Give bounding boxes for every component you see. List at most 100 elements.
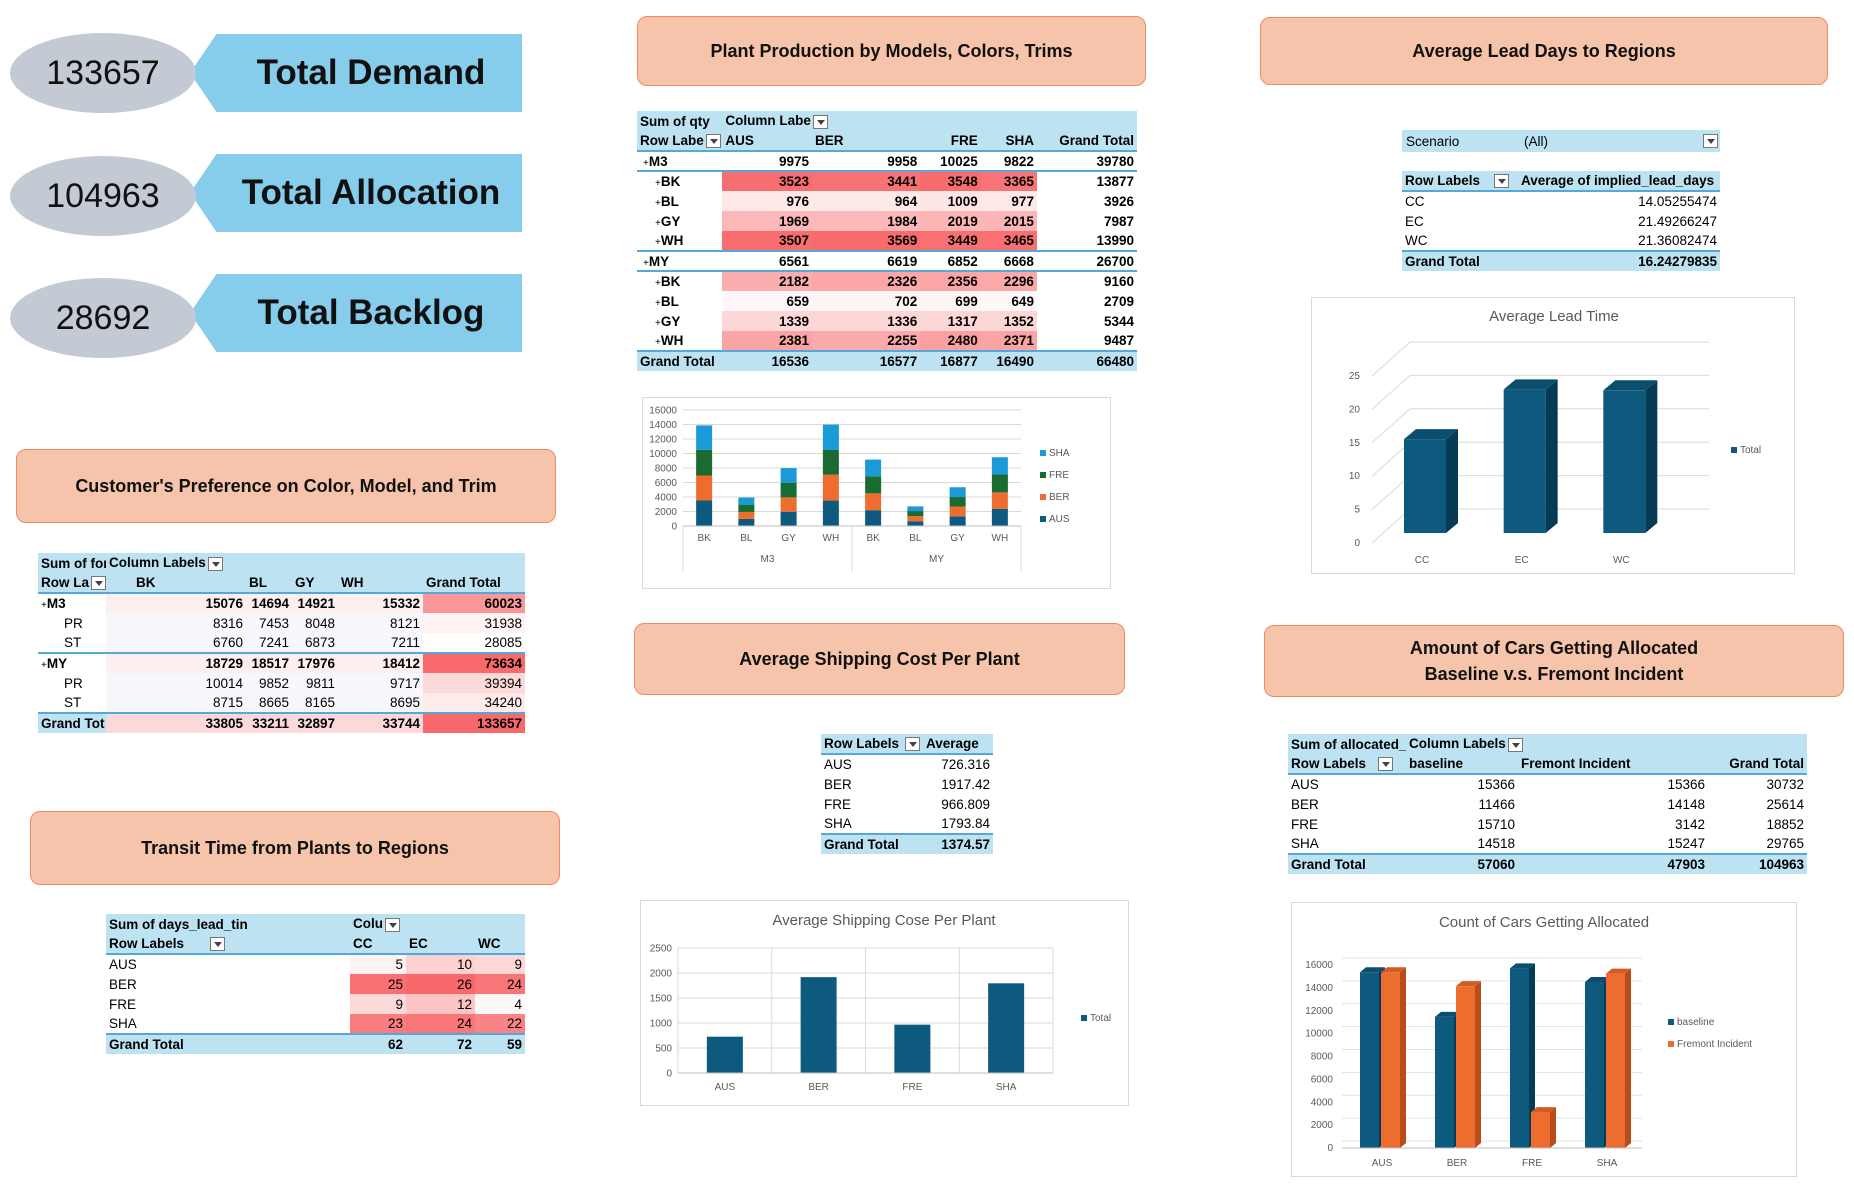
value-cell: 2255	[811, 331, 921, 351]
group-label: MY	[929, 554, 944, 565]
col-filter-dropdown[interactable]	[207, 556, 223, 571]
bar-segment	[822, 500, 839, 526]
bar	[1456, 986, 1475, 1148]
value-cell: 649	[980, 291, 1037, 311]
col-filter-dropdown[interactable]	[385, 917, 401, 932]
lead-header-row: Row Labels Average of implied_lead_days	[1402, 171, 1720, 192]
bar	[1585, 981, 1604, 1148]
bar-segment	[738, 518, 755, 526]
col-filter-dropdown[interactable]	[1507, 737, 1523, 752]
x-tick-label: BK	[697, 533, 711, 544]
value-cell: 33805	[106, 712, 246, 733]
row-label[interactable]: +GY	[637, 311, 722, 331]
row-label[interactable]: +WH	[637, 331, 722, 351]
row-label: FRE	[109, 996, 136, 1012]
bar-segment	[696, 449, 713, 476]
row-label[interactable]: +BK	[637, 170, 723, 191]
table-row: BER 11466 14148 25614	[1288, 794, 1807, 814]
value-cell: 3507	[722, 231, 812, 251]
alloc-chart[interactable]: Count of Cars Getting Allocated 0 2000 4000…	[1291, 902, 1797, 1177]
y-tick-label: 4000	[1311, 1097, 1334, 1108]
x-tick-label: WH	[823, 533, 840, 544]
table-row: Grand Total 1374.57	[821, 833, 993, 854]
row-filter-dropdown[interactable]	[1494, 174, 1510, 189]
legend-swatch	[1040, 450, 1046, 456]
col-filter-dropdown[interactable]	[812, 114, 828, 129]
y-tick-label: 14000	[649, 420, 677, 431]
value-cell: 1339	[722, 311, 812, 331]
row-label[interactable]: +BK	[637, 270, 723, 291]
value-cell: 24	[406, 1014, 476, 1034]
y-tick-label: 12000	[1305, 1006, 1333, 1017]
legend-swatch	[1668, 1019, 1674, 1025]
lead-pivot-table: Row Labels Average of implied_lead_days …	[1402, 171, 1720, 271]
value-cell: 9	[350, 994, 407, 1014]
table-row: PR 10014 9852 9811 9717 39394	[38, 673, 525, 693]
scenario-filter[interactable]: Scenario (All)	[1402, 130, 1720, 152]
bar-segment	[865, 493, 882, 511]
y-tick-label: 4000	[655, 493, 678, 504]
value-cell: 9975	[778, 153, 809, 169]
row-label[interactable]: Grand Total	[637, 350, 723, 371]
row-label: BER	[109, 976, 137, 992]
value-cell: 7987	[1103, 213, 1134, 229]
row-label-text: Grand Total	[640, 354, 715, 369]
bar-segment	[780, 468, 797, 483]
y-tick-label: 6000	[1311, 1074, 1334, 1085]
ship-chart[interactable]: Average Shipping Cose Per Plant 0 500 1000 1…	[640, 900, 1129, 1106]
row-label[interactable]: +WH	[637, 231, 722, 251]
alloc-pivot-table: Sum of allocated_ Column Labels Row Labe…	[1288, 734, 1807, 874]
row-label[interactable]: +BL	[637, 291, 722, 311]
y-tick-label: 8000	[1311, 1052, 1334, 1063]
value-cell: 6852	[920, 250, 981, 271]
value-cell: 10014	[106, 673, 246, 693]
lead-chart[interactable]: Average Lead Time 0 5 10 15 20 25 CC EC WC Total	[1311, 297, 1795, 574]
transit-col-header: CC	[350, 934, 407, 955]
row-label[interactable]: +MY	[637, 250, 723, 271]
gridline	[1371, 341, 1709, 377]
x-tick-label: BER	[1447, 1158, 1468, 1169]
bar-segment	[907, 521, 924, 526]
table-row: +BK 3523 3441 3548 3365 13877	[637, 170, 1137, 191]
row-filter-dropdown[interactable]	[91, 576, 106, 591]
value-cell: 9811	[292, 673, 338, 693]
value-cell: 23	[350, 1014, 407, 1034]
row-filter-dropdown[interactable]	[1378, 757, 1394, 772]
prod-col-header: BER	[811, 131, 921, 152]
row-label-text: BK	[660, 174, 681, 189]
table-row: +BK 2182 2326 2356 2296 9160	[637, 270, 1137, 291]
value-cell: 7241	[246, 633, 292, 653]
prod-chart[interactable]: 0 2000 4000 6000 8000 10000 12000 14000 16000 BK B…	[642, 397, 1111, 589]
value-cell: 14.05255474	[1638, 194, 1717, 209]
bar	[1603, 390, 1646, 533]
table-row: +MY 18729 18517 17976 18412 73634	[38, 652, 525, 673]
ship-row-labels: Row Labels	[824, 735, 900, 751]
scenario-filter-dropdown[interactable]	[1703, 134, 1718, 148]
row-label[interactable]: +M3	[38, 593, 106, 613]
table-row: BER 25 26 24	[106, 974, 526, 994]
bar	[1435, 1016, 1454, 1148]
row-label[interactable]: +MY	[38, 652, 106, 673]
row-filter-dropdown[interactable]	[210, 937, 226, 952]
pref-col-header: BK	[106, 573, 246, 594]
row-label[interactable]: +GY	[637, 211, 722, 231]
value-cell: 3523	[722, 170, 812, 191]
row-label[interactable]: +M3	[637, 151, 722, 171]
value-cell: 9852	[246, 673, 292, 693]
y-tick-label: 14000	[1305, 983, 1333, 994]
table-row: AUS 5 10 9	[106, 954, 526, 974]
value-cell: 4	[475, 994, 526, 1014]
row-label[interactable]: +BL	[637, 191, 722, 211]
legend-label: Fremont Incident	[1677, 1039, 1752, 1050]
y-tick-label: 0	[666, 1069, 672, 1080]
row-filter-dropdown[interactable]	[705, 134, 721, 149]
value-cell: 16.24279835	[1518, 250, 1720, 271]
transit-row-labels: Row Labels	[109, 935, 185, 951]
value-cell: 28085	[423, 633, 525, 653]
value-cell: 66480	[1036, 350, 1137, 371]
row-label-text: ST	[64, 635, 82, 650]
table-row: +WH 3507 3569 3449 3465 13990	[637, 231, 1137, 251]
value-cell: 17976	[292, 652, 338, 673]
row-filter-dropdown[interactable]	[905, 737, 921, 752]
value-cell: 2019	[920, 211, 981, 231]
